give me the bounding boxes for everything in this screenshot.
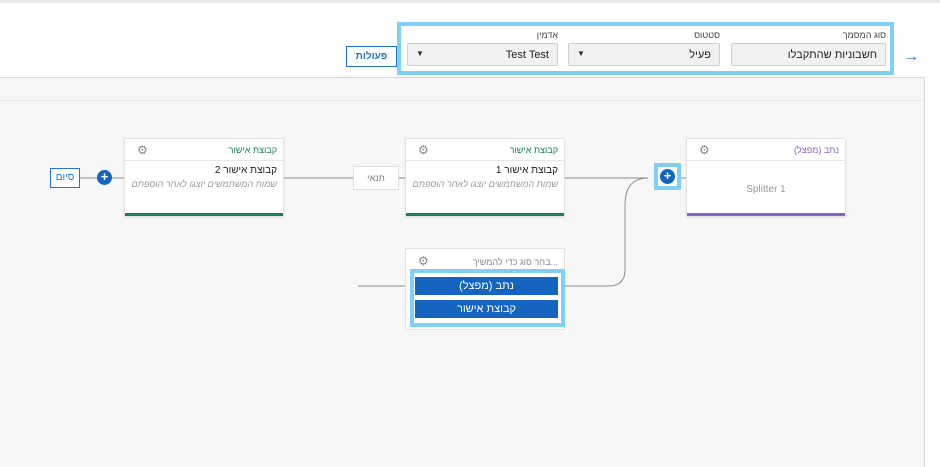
add-step-icon[interactable]: + bbox=[97, 170, 112, 185]
node-accent-bar bbox=[125, 213, 283, 216]
approval-group-1-node[interactable]: ⚙ קבוצת אישור קבוצת אישור 1 שמות המשתמשי… bbox=[405, 138, 565, 217]
gear-icon[interactable]: ⚙ bbox=[418, 254, 429, 268]
gear-icon[interactable]: ⚙ bbox=[418, 143, 429, 157]
option-splitter[interactable]: נתב (מפצל) bbox=[415, 277, 558, 295]
node-title: קבוצת אישור bbox=[509, 145, 558, 155]
gear-icon[interactable]: ⚙ bbox=[137, 143, 148, 157]
connector-lines bbox=[80, 177, 686, 287]
node-accent-bar bbox=[406, 213, 564, 216]
add-step-icon[interactable]: + bbox=[660, 169, 675, 184]
node-header: ⚙ קבוצת אישור bbox=[125, 139, 283, 161]
gear-icon[interactable]: ⚙ bbox=[699, 143, 710, 157]
node-description: שמות המשתמשים יוצגו לאחר הוספתם bbox=[131, 179, 277, 189]
splitter-node[interactable]: ⚙ נתב (מפצל) Splitter 1 bbox=[686, 138, 846, 217]
node-title: נתב (מפצל) bbox=[794, 145, 839, 155]
node-name: קבוצת אישור 1 bbox=[495, 165, 558, 176]
node-header: ⚙ נתב (מפצל) bbox=[687, 139, 845, 161]
option-approval-group[interactable]: קבוצת אישור bbox=[415, 300, 558, 318]
end-button[interactable]: סיום bbox=[50, 168, 80, 188]
node-accent-bar bbox=[687, 213, 845, 216]
node-description: שמות המשתמשים יוצגו לאחר הוספתם bbox=[412, 179, 558, 189]
approval-group-2-node[interactable]: ⚙ קבוצת אישור קבוצת אישור 2 שמות המשתמשי… bbox=[124, 138, 284, 217]
node-title: קבוצת אישור bbox=[228, 145, 277, 155]
chooser-title: בחר סוג כדי להמשיך... bbox=[472, 257, 558, 267]
node-name: קבוצת אישור 2 bbox=[214, 165, 277, 176]
node-name: Splitter 1 bbox=[746, 184, 786, 195]
condition-button[interactable]: תנאי bbox=[353, 166, 399, 190]
node-header: ⚙ קבוצת אישור bbox=[406, 139, 564, 161]
